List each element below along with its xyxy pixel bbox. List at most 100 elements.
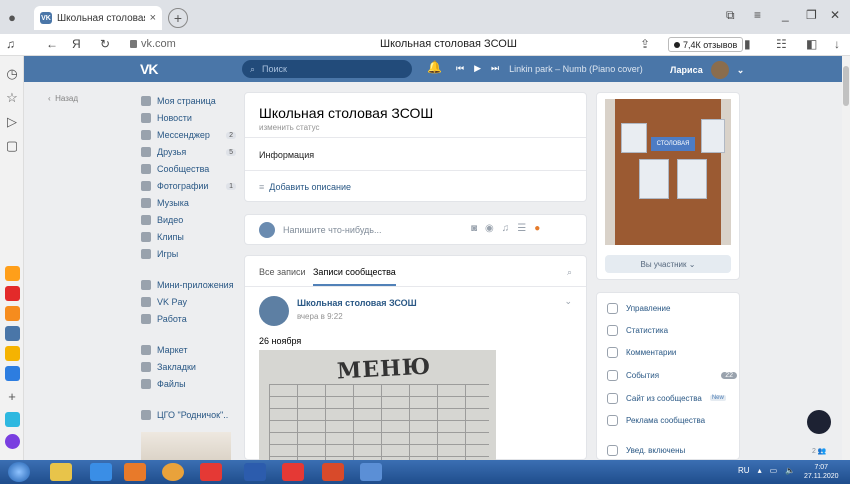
track-title[interactable]: Linkin park – Numb (Piano cover) bbox=[509, 64, 643, 74]
page-scrollbar[interactable] bbox=[842, 56, 850, 460]
music-attach-icon[interactable]: ♫ bbox=[502, 223, 510, 234]
reviews-badge[interactable]: 7,4К отзывов bbox=[668, 37, 744, 52]
menu-item-music[interactable]: Музыка bbox=[141, 196, 236, 210]
close-window-icon[interactable]: ✕ bbox=[830, 8, 840, 22]
start-button[interactable] bbox=[8, 462, 30, 482]
tab-all-posts[interactable]: Все записи bbox=[259, 267, 306, 277]
network-icon[interactable]: ▭ bbox=[770, 466, 778, 475]
user-menu[interactable]: Лариса ⌄ bbox=[670, 61, 744, 79]
reload-button[interactable]: ↻ bbox=[100, 37, 110, 51]
prev-track-icon[interactable]: ⏮ bbox=[456, 63, 464, 74]
add-app-icon[interactable]: + bbox=[0, 384, 24, 408]
menu-item-work[interactable]: Работа bbox=[141, 312, 236, 326]
menu-item-games[interactable]: Игры bbox=[141, 247, 236, 261]
action-manage[interactable]: Управление bbox=[607, 300, 737, 316]
volume-icon[interactable]: 🔈 bbox=[785, 466, 795, 475]
action-notifications[interactable]: Увед. включены bbox=[607, 442, 737, 458]
menu-item-photos[interactable]: Фотографии 1 bbox=[141, 179, 236, 193]
scroll-thumb[interactable] bbox=[843, 66, 849, 106]
floating-count[interactable]: 2 👥 bbox=[812, 447, 827, 455]
video-attach-icon[interactable]: ◉ bbox=[485, 223, 494, 234]
add-description-link[interactable]: ≡ Добавить описание bbox=[259, 182, 351, 192]
app-youtube-icon[interactable] bbox=[5, 286, 20, 301]
app-assistant-icon[interactable] bbox=[5, 434, 20, 449]
menu-item-communities[interactable]: Сообщества bbox=[141, 162, 236, 176]
post-time[interactable]: вчера в 9:22 bbox=[297, 312, 343, 321]
new-tab-button[interactable]: + bbox=[168, 8, 188, 28]
post-composer[interactable]: Напишите что-нибудь... ◙ ◉ ♫ ☰ ● bbox=[244, 214, 587, 245]
menu-item-files[interactable]: Файлы bbox=[141, 377, 236, 391]
play-track-icon[interactable]: ▶ bbox=[474, 63, 481, 74]
favorites-icon[interactable]: ☆ bbox=[0, 86, 24, 110]
tabs-list-icon[interactable]: ⧉ bbox=[726, 8, 735, 23]
browser-menu-icon[interactable]: ≡ bbox=[754, 8, 761, 22]
bookmark-icon[interactable]: ▮ bbox=[744, 37, 751, 51]
menu-item-my-page[interactable]: Моя страница bbox=[141, 94, 236, 108]
media-icon[interactable] bbox=[124, 463, 146, 481]
edit-status-link[interactable]: изменить статус bbox=[259, 123, 320, 132]
post-options-icon[interactable]: ⌄ bbox=[564, 296, 572, 307]
group-photo[interactable]: СТОЛОВАЯ bbox=[605, 99, 731, 245]
clock[interactable]: 7:07 27.11.2020 bbox=[804, 463, 839, 481]
colorful-circle-icon[interactable]: ● bbox=[534, 223, 540, 234]
menu-item-messenger[interactable]: Мессенджер 2 bbox=[141, 128, 236, 142]
menu-item-market[interactable]: Маркет bbox=[141, 343, 236, 357]
yandex-icon[interactable] bbox=[282, 463, 304, 481]
history-icon[interactable]: ◷ bbox=[0, 62, 24, 86]
restore-icon[interactable]: ❐ bbox=[806, 8, 817, 22]
window-icon[interactable] bbox=[360, 463, 382, 481]
member-button[interactable]: Вы участник ⌄ bbox=[605, 255, 731, 273]
download-icon[interactable]: ↓ bbox=[834, 37, 840, 51]
menu-item-video[interactable]: Видео bbox=[141, 213, 236, 227]
menu-item-vk-pay[interactable]: VK Pay bbox=[141, 295, 236, 309]
ad-image[interactable] bbox=[141, 432, 231, 460]
extension-vk-icon[interactable]: ◧ bbox=[806, 37, 817, 51]
profile-icon[interactable]: ● bbox=[0, 5, 24, 29]
list-attach-icon[interactable]: ☰ bbox=[517, 223, 526, 234]
yandex-browser-icon[interactable] bbox=[200, 463, 222, 481]
notes-icon[interactable]: ▢ bbox=[0, 134, 24, 158]
menu-item-clips[interactable]: Клипы bbox=[141, 230, 236, 244]
menu-item-bookmarks[interactable]: Закладки bbox=[141, 360, 236, 374]
bell-icon[interactable]: ♫ bbox=[6, 37, 15, 51]
yandex-button[interactable]: Я bbox=[72, 37, 81, 51]
share-icon[interactable]: ⇪ bbox=[640, 37, 650, 51]
action-community-site[interactable]: Сайт из сообщества New bbox=[607, 390, 737, 406]
vk-search-input[interactable]: ⌕ Поиск bbox=[242, 60, 412, 78]
post-author[interactable]: Школьная столовая ЗСОШ bbox=[297, 298, 417, 308]
app-tv-icon[interactable] bbox=[5, 366, 20, 381]
back-button[interactable]: ← bbox=[46, 37, 58, 51]
post-image[interactable]: МЕНЮ bbox=[259, 350, 496, 462]
app-vk-icon[interactable] bbox=[5, 326, 20, 341]
ie-icon[interactable] bbox=[90, 463, 112, 481]
language-indicator[interactable]: RU bbox=[738, 466, 750, 475]
tray-arrow-icon[interactable]: ▴ bbox=[758, 466, 762, 475]
app-ok-icon[interactable] bbox=[5, 306, 20, 321]
action-events[interactable]: События 22 bbox=[607, 367, 737, 383]
browser-tab[interactable]: VK Школьная столовая ЗС × bbox=[34, 6, 162, 30]
feed-search-icon[interactable]: ⌕ bbox=[567, 267, 572, 278]
next-track-icon[interactable]: ⏭ bbox=[491, 63, 499, 74]
vk-logo[interactable]: VK bbox=[140, 61, 158, 77]
menu-item-mini-apps[interactable]: Мини-приложения bbox=[141, 278, 236, 292]
menu-item-friends[interactable]: Друзья 5 bbox=[141, 145, 236, 159]
extensions-icon[interactable]: ☷ bbox=[776, 37, 787, 51]
action-statistics[interactable]: Статистика bbox=[607, 322, 737, 338]
floating-chat-avatar[interactable] bbox=[807, 410, 831, 434]
chrome-icon[interactable] bbox=[162, 463, 184, 481]
post-author-avatar[interactable] bbox=[259, 296, 289, 326]
tab-close-icon[interactable]: × bbox=[150, 12, 156, 24]
tab-community-posts[interactable]: Записи сообщества bbox=[313, 267, 396, 286]
presentation-icon[interactable] bbox=[322, 463, 344, 481]
app-alice-icon[interactable] bbox=[5, 412, 20, 427]
app-mailru-icon[interactable] bbox=[5, 346, 20, 361]
word-icon[interactable] bbox=[244, 463, 266, 481]
explorer-icon[interactable] bbox=[50, 463, 72, 481]
menu-item-community-link[interactable]: ЦГО "Родничок".. bbox=[141, 408, 236, 422]
action-advertising[interactable]: Реклама сообщества bbox=[607, 412, 737, 428]
notifications-bell-icon[interactable]: 🔔 bbox=[427, 60, 442, 74]
menu-item-news[interactable]: Новости bbox=[141, 111, 236, 125]
action-comments[interactable]: Комментарии bbox=[607, 344, 737, 360]
play-icon[interactable]: ▷ bbox=[0, 110, 24, 134]
back-link[interactable]: ‹ Назад bbox=[48, 94, 78, 103]
